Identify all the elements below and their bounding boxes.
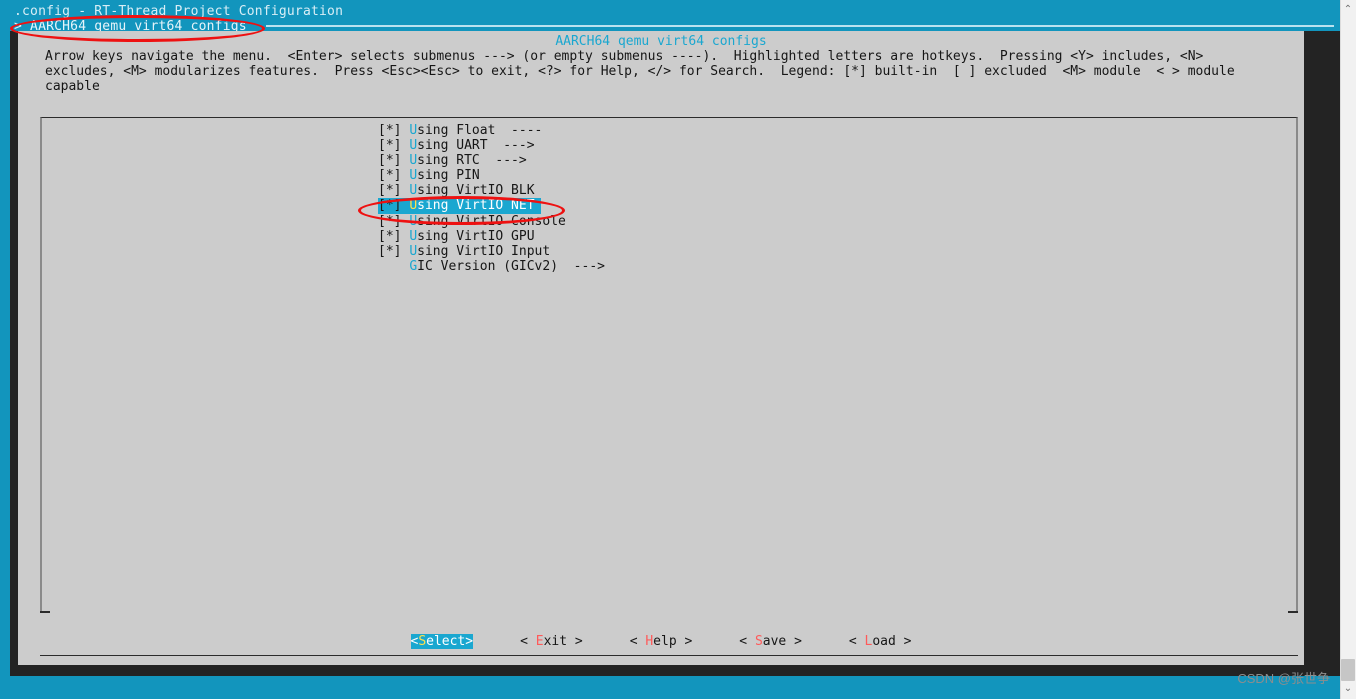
- menu-item-checkbox: [378, 259, 401, 274]
- menu-item-hotkey: U: [409, 183, 418, 199]
- menu-listbox: [40, 117, 1298, 613]
- menu-item-label: sing Float ----: [417, 123, 543, 138]
- menu-item-hotkey: G: [409, 258, 418, 274]
- menu-item-label: sing VirtIO Input: [417, 243, 551, 259]
- dialog-button[interactable]: < Load >: [849, 634, 912, 649]
- button-hotkey: E: [535, 634, 544, 649]
- menu-item[interactable]: [*] Using UART --->: [378, 138, 541, 153]
- button-hotkey: S: [418, 634, 427, 649]
- menu-item[interactable]: [*] Using VirtIO Console: [378, 213, 566, 229]
- button-label: elect>: [426, 634, 474, 649]
- header-divider: [266, 25, 1334, 27]
- menu-item-hotkey: U: [409, 123, 418, 138]
- app-title: .config - RT-Thread Project Configuratio…: [14, 4, 344, 19]
- menu-item-checkbox: [*]: [378, 213, 402, 229]
- button-prefix: <: [520, 634, 536, 649]
- button-prefix: <: [739, 634, 755, 649]
- scrollbar-thumb[interactable]: [1341, 659, 1355, 681]
- menu-item[interactable]: [*] Using RTC --->: [378, 153, 541, 168]
- menu-item[interactable]: [*] Using VirtIO NET: [378, 198, 541, 214]
- dialog-button-bar: <Select> < Exit > < Help > < Save > < Lo…: [18, 634, 1304, 649]
- menuconfig-header: .config - RT-Thread Project Configuratio…: [0, 0, 1340, 34]
- button-gap: [473, 634, 520, 649]
- button-prefix: <: [848, 634, 865, 649]
- dialog-button[interactable]: < Help >: [630, 634, 693, 649]
- menu-item-label: sing VirtIO NET: [417, 198, 535, 214]
- button-bar-divider: [40, 655, 1298, 656]
- dialog-button[interactable]: < Exit >: [520, 634, 583, 649]
- dialog-button[interactable]: <Select>: [410, 634, 474, 649]
- button-gap: [802, 634, 849, 649]
- dialog-title: AARCH64 qemu virt64 configs: [555, 34, 767, 49]
- dialog-button[interactable]: < Save >: [739, 634, 802, 649]
- menu-item-hotkey: U: [409, 138, 418, 154]
- scroll-up-icon[interactable]: ⌃: [1340, 2, 1356, 18]
- menu-item-checkbox: [*]: [378, 168, 402, 184]
- button-label: elp >: [653, 634, 693, 649]
- menu-item-label: sing VirtIO Console: [417, 213, 566, 229]
- menu-item-hotkey: U: [409, 243, 418, 259]
- button-label: xit >: [543, 634, 583, 649]
- menu-item[interactable]: [*] Using VirtIO Input: [378, 243, 550, 259]
- menu-item-label: sing VirtIO GPU: [417, 228, 535, 244]
- button-hotkey: H: [645, 634, 654, 649]
- menu-item-label: sing RTC --->: [417, 153, 527, 169]
- dialog-help-text: Arrow keys navigate the menu. <Enter> se…: [45, 49, 1243, 94]
- csdn-watermark: CSDN @张世争: [1237, 671, 1330, 686]
- menuconfig-dialog: AARCH64 qemu virt64 configs Arrow keys n…: [18, 31, 1304, 665]
- menu-item-label: sing PIN: [417, 168, 480, 184]
- menu-item-checkbox: [*]: [378, 138, 402, 154]
- menu-item-checkbox: [*]: [378, 153, 402, 169]
- button-hotkey: S: [754, 634, 763, 649]
- menu-item-checkbox: [*]: [378, 183, 402, 199]
- menu-item-checkbox: [*]: [378, 123, 402, 138]
- button-gap: [583, 634, 630, 649]
- menu-item-checkbox: [*]: [378, 243, 402, 259]
- menu-item[interactable]: GIC Version (GICv2) --->: [378, 258, 605, 274]
- menu-item-hotkey: U: [409, 153, 418, 169]
- button-prefix: <: [629, 634, 646, 649]
- menu-item[interactable]: [*] Using VirtIO GPU: [378, 229, 541, 244]
- menu-item-label: sing UART --->: [417, 138, 535, 154]
- button-label: ave >: [762, 634, 802, 649]
- screenshot-root: .config - RT-Thread Project Configuratio…: [0, 0, 1356, 699]
- listbox-bottom-right-corner: [1288, 611, 1298, 613]
- menu-item-checkbox: [*]: [378, 198, 402, 214]
- page-scrollbar[interactable]: ⌃ ⌄: [1340, 0, 1356, 699]
- menu-item-hotkey: U: [409, 168, 418, 184]
- scroll-down-icon[interactable]: ⌄: [1340, 681, 1356, 697]
- menu-item-hotkey: U: [409, 213, 418, 229]
- menu-item[interactable]: [*] Using PIN: [378, 168, 541, 183]
- menu-item-label: sing VirtIO BLK: [417, 183, 535, 199]
- button-label: oad >: [872, 634, 912, 649]
- menu-item[interactable]: [*] Using Float ----: [378, 123, 543, 138]
- menu-item-hotkey: U: [409, 228, 418, 244]
- menu-item-label: IC Version (GICv2) --->: [417, 258, 605, 274]
- listbox-bottom-left-corner: [40, 611, 50, 613]
- menu-item-list: [*] Using Float ---- [*] Using UART --->[…: [378, 123, 605, 274]
- menu-item-hotkey: U: [409, 198, 418, 214]
- menu-item-checkbox: [*]: [378, 228, 402, 244]
- menu-item[interactable]: [*] Using VirtIO BLK: [378, 183, 541, 198]
- button-gap: [692, 634, 739, 649]
